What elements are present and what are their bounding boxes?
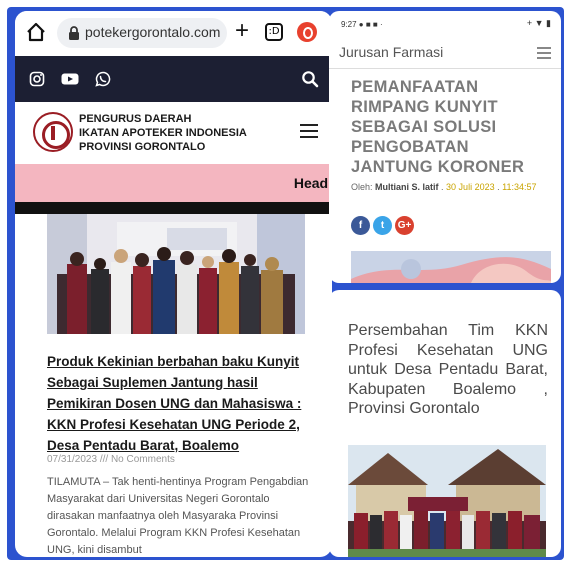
youtube-icon[interactable]: [61, 71, 79, 87]
org-line-1: PENGURUS DAERAH: [79, 113, 192, 125]
right-bottom-phone-screenshot: Persembahan Tim KKN Profesi Kesehatan UN…: [329, 290, 561, 557]
instagram-icon[interactable]: [29, 71, 45, 87]
google-plus-share-icon[interactable]: G+: [395, 216, 414, 235]
opera-menu-icon[interactable]: [297, 22, 317, 42]
article-title: PEMANFAATAN RIMPANG KUNYIT SEBAGAI SOLUS…: [351, 78, 525, 176]
left-phone-screenshot: potekergorontalo.com + :D PENGURUS DAERA…: [15, 11, 332, 557]
site-name[interactable]: Jurusan Farmasi: [339, 44, 443, 60]
iai-logo[interactable]: [33, 112, 73, 152]
headline-ticker: Headl: [15, 164, 332, 202]
hamburger-menu-icon[interactable]: [300, 124, 318, 138]
right-top-phone-screenshot: 9:27 ● ■ ■ · + ▼ ▮ Jurusan Farmasi PEMAN…: [329, 11, 561, 283]
divider-bar: [15, 202, 332, 214]
search-icon[interactable]: [301, 70, 319, 88]
publish-date: 30 Juli 2023: [446, 182, 495, 192]
article-title-link[interactable]: Produk Kekinian berbahan baku Kunyit Seb…: [47, 351, 317, 456]
social-bar: [15, 56, 332, 102]
org-line-2: IKATAN APOTEKER INDONESIA: [79, 127, 247, 139]
article-title[interactable]: Persembahan Tim KKN Profesi Kesehatan UN…: [348, 321, 548, 419]
status-icons: + ▼ ▮: [526, 18, 551, 28]
whatsapp-icon[interactable]: [95, 71, 111, 87]
author-name: Multiani S. latif: [375, 182, 439, 192]
org-line-3: PROVINSI GORONTALO: [79, 141, 206, 153]
headline-label: Headl: [293, 175, 332, 191]
new-tab-button[interactable]: +: [235, 19, 249, 43]
kkn-village-group-photo[interactable]: [348, 445, 546, 557]
menu-icon[interactable]: [537, 47, 551, 59]
article-meta: 07/31/2023 /// No Comments: [47, 454, 175, 465]
kkn-group-photo[interactable]: [47, 214, 305, 334]
twitter-share-icon[interactable]: t: [373, 216, 392, 235]
article-excerpt: TILAMUTA – Tak henti-hentinya Program Pe…: [47, 476, 309, 556]
site-header: PENGURUS DAERAH IKATAN APOTEKER INDONESI…: [15, 102, 332, 164]
lock-icon: [69, 26, 79, 40]
article-byline: Oleh: Multiani S. latif . 30 Juli 2023 .…: [351, 182, 537, 192]
heart-illustration-image[interactable]: [351, 251, 551, 283]
collage-frame: potekergorontalo.com + :D PENGURUS DAERA…: [7, 7, 564, 560]
url-text[interactable]: potekergorontalo.com: [85, 24, 220, 40]
facebook-share-icon[interactable]: f: [351, 216, 370, 235]
publish-time: 11:34:57: [502, 182, 537, 192]
status-time: 9:27 ● ■ ■ ·: [341, 20, 383, 29]
site-top-bar: Jurusan Farmasi: [329, 35, 561, 69]
organization-name: PENGURUS DAERAH IKATAN APOTEKER INDONESI…: [79, 112, 247, 154]
share-buttons: f t G+: [351, 215, 417, 235]
tab-switcher-button[interactable]: :D: [265, 23, 283, 41]
browser-toolbar: potekergorontalo.com + :D: [15, 11, 332, 55]
home-icon[interactable]: [25, 21, 47, 43]
